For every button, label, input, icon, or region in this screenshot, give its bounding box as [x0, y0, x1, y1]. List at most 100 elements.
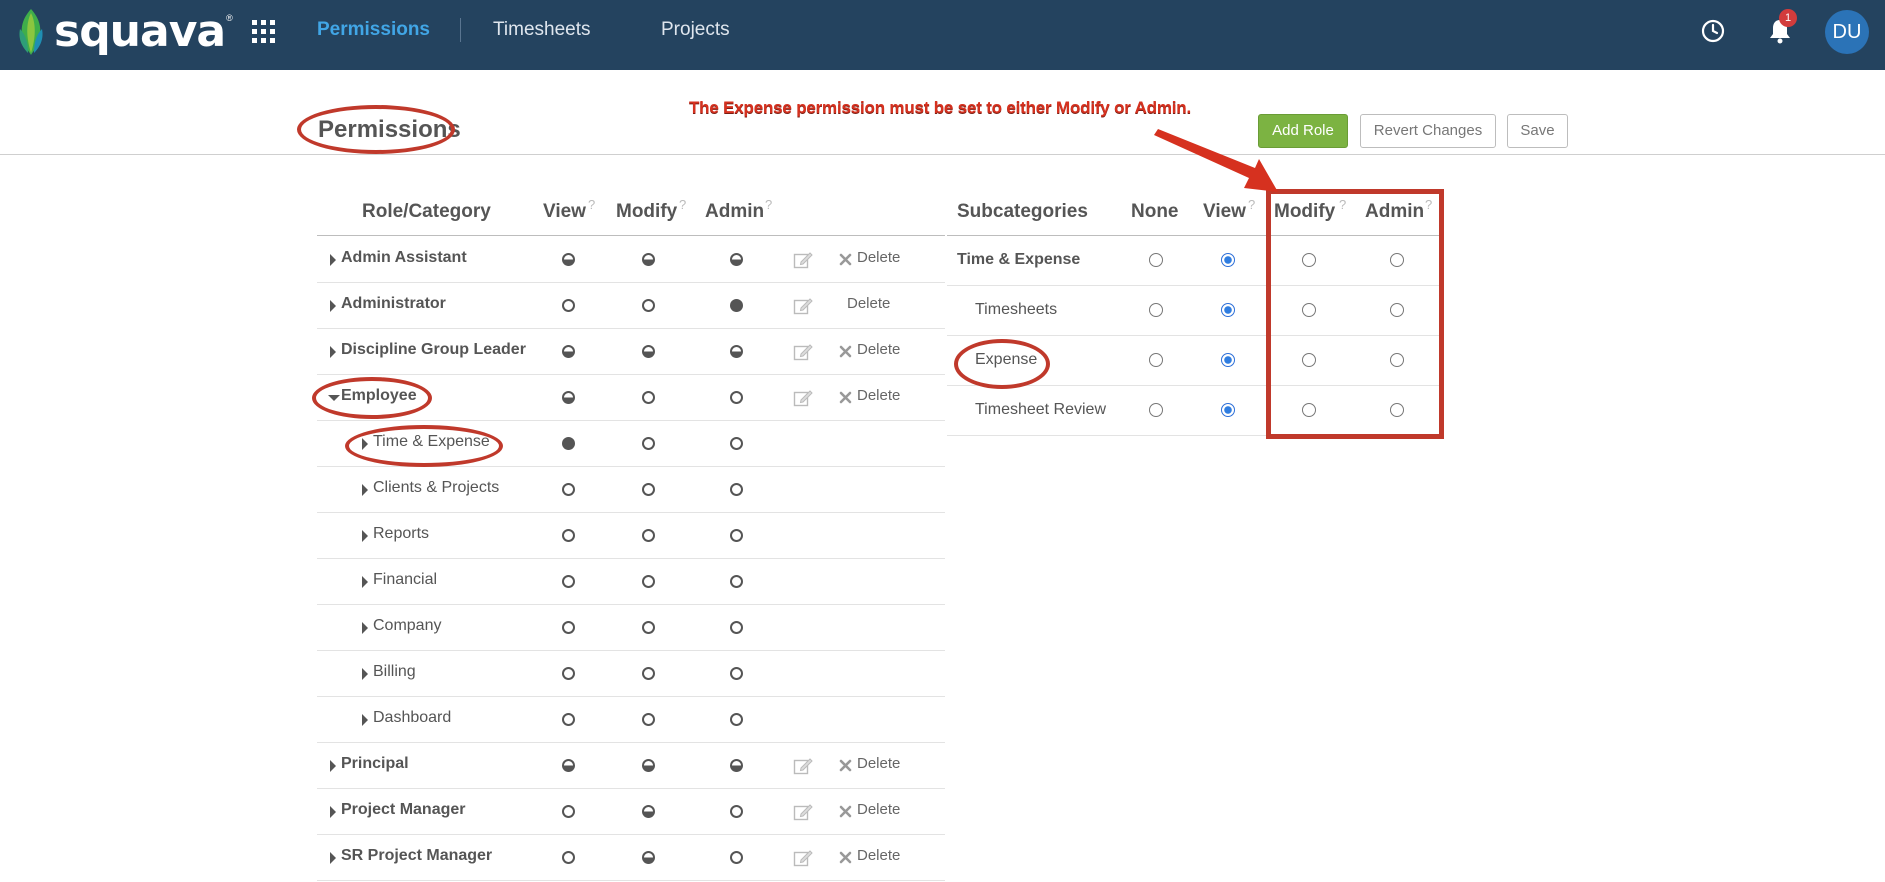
role-row[interactable]: Administrator Delete: [317, 283, 945, 329]
view-permission-indicator: [562, 437, 575, 450]
view-radio[interactable]: [1221, 353, 1235, 367]
edit-icon[interactable]: [793, 296, 813, 316]
category-row[interactable]: Dashboard: [317, 697, 945, 743]
caret-right-icon[interactable]: [330, 760, 336, 772]
delete-link[interactable]: Delete: [857, 801, 900, 818]
category-name[interactable]: Company: [373, 617, 441, 635]
role-row[interactable]: Discipline Group Leader Delete: [317, 329, 945, 375]
caret-right-icon[interactable]: [362, 622, 368, 634]
edit-icon[interactable]: [793, 342, 813, 362]
caret-right-icon[interactable]: [362, 484, 368, 496]
modify-permission-indicator: [642, 529, 655, 542]
modify-permission-indicator: [642, 253, 655, 266]
admin-permission-indicator: [730, 437, 743, 450]
caret-right-icon[interactable]: [362, 576, 368, 588]
registered-mark: ®: [226, 13, 233, 23]
view-permission-indicator: [562, 851, 575, 864]
delete-x-icon[interactable]: [839, 391, 852, 404]
view-permission-indicator: [562, 759, 575, 772]
annotation-oval-expense: [954, 339, 1050, 389]
caret-right-icon[interactable]: [362, 668, 368, 680]
save-button[interactable]: Save: [1507, 114, 1568, 148]
category-name[interactable]: Clients & Projects: [373, 479, 499, 497]
delete-link[interactable]: Delete: [857, 847, 900, 864]
role-row[interactable]: Admin Assistant Delete: [317, 237, 945, 283]
modify-permission-indicator: [642, 575, 655, 588]
admin-permission-indicator: [730, 667, 743, 680]
annotation-oval-time-expense: [345, 425, 503, 467]
none-radio[interactable]: [1149, 253, 1163, 267]
none-radio[interactable]: [1149, 353, 1163, 367]
role-name[interactable]: Principal: [341, 755, 409, 773]
delete-link[interactable]: Delete: [857, 755, 900, 772]
none-radio[interactable]: [1149, 403, 1163, 417]
revert-changes-button[interactable]: Revert Changes: [1360, 114, 1496, 148]
delete-link[interactable]: Delete: [857, 387, 900, 404]
caret-right-icon[interactable]: [330, 346, 336, 358]
delete-x-icon[interactable]: [839, 345, 852, 358]
caret-right-icon[interactable]: [362, 714, 368, 726]
edit-icon[interactable]: [793, 756, 813, 776]
delete-x-icon[interactable]: [839, 253, 852, 266]
category-name[interactable]: Reports: [373, 525, 429, 543]
category-row[interactable]: Clients & Projects: [317, 467, 945, 513]
role-row[interactable]: SR Project Manager Delete: [317, 835, 945, 881]
delete-x-icon[interactable]: [839, 805, 852, 818]
nav-timesheets[interactable]: Timesheets: [493, 19, 591, 41]
role-row[interactable]: Project Manager Delete: [317, 789, 945, 835]
role-name[interactable]: Administrator: [341, 295, 446, 313]
roles-header-divider: [317, 235, 945, 236]
annotation-oval-title: [297, 105, 455, 154]
role-category-header: Role/Category: [362, 201, 491, 222]
squava-logo[interactable]: squava ®: [14, 4, 233, 60]
view-radio[interactable]: [1221, 403, 1235, 417]
nav-permissions[interactable]: Permissions: [317, 19, 430, 41]
modify-permission-indicator: [642, 483, 655, 496]
caret-right-icon[interactable]: [330, 852, 336, 864]
delete-link[interactable]: Delete: [847, 295, 890, 312]
header-divider: [0, 154, 1885, 155]
category-row[interactable]: Billing: [317, 651, 945, 697]
view-help-icon[interactable]: ?: [588, 197, 595, 212]
delete-link[interactable]: Delete: [857, 341, 900, 358]
edit-icon[interactable]: [793, 388, 813, 408]
caret-right-icon[interactable]: [330, 254, 336, 266]
view-permission-indicator: [562, 667, 575, 680]
role-name[interactable]: Admin Assistant: [341, 249, 467, 267]
role-name[interactable]: SR Project Manager: [341, 847, 492, 865]
edit-icon[interactable]: [793, 848, 813, 868]
category-row[interactable]: Financial: [317, 559, 945, 605]
role-name[interactable]: Discipline Group Leader: [341, 341, 526, 359]
admin-permission-indicator: [730, 253, 743, 266]
view-radio[interactable]: [1221, 253, 1235, 267]
user-avatar[interactable]: DU: [1825, 10, 1869, 54]
subcategory-name: Timesheet Review: [975, 401, 1107, 418]
category-name[interactable]: Financial: [373, 571, 437, 589]
caret-right-icon[interactable]: [362, 530, 368, 542]
admin-permission-indicator: [730, 345, 743, 358]
delete-x-icon[interactable]: [839, 851, 852, 864]
delete-x-icon[interactable]: [839, 759, 852, 772]
category-row[interactable]: Company: [317, 605, 945, 651]
caret-right-icon[interactable]: [330, 806, 336, 818]
edit-icon[interactable]: [793, 250, 813, 270]
nav-projects[interactable]: Projects: [661, 19, 730, 41]
role-name[interactable]: Project Manager: [341, 801, 465, 819]
instruction-annotation: The Expense permission must be set to ei…: [689, 98, 1191, 117]
admin-permission-indicator: [730, 713, 743, 726]
clock-icon[interactable]: [1701, 19, 1725, 43]
caret-right-icon[interactable]: [330, 300, 336, 312]
edit-icon[interactable]: [793, 802, 813, 822]
view-header: View: [543, 201, 586, 222]
category-row[interactable]: Reports: [317, 513, 945, 559]
none-radio[interactable]: [1149, 303, 1163, 317]
apps-grid-icon[interactable]: [252, 20, 276, 44]
category-name[interactable]: Billing: [373, 663, 416, 681]
modify-help-icon[interactable]: ?: [679, 197, 686, 212]
category-name[interactable]: Dashboard: [373, 709, 451, 727]
view-radio[interactable]: [1221, 303, 1235, 317]
view-permission-indicator: [562, 299, 575, 312]
admin-help-icon[interactable]: ?: [765, 197, 772, 212]
role-row[interactable]: Principal Delete: [317, 743, 945, 789]
delete-link[interactable]: Delete: [857, 249, 900, 266]
